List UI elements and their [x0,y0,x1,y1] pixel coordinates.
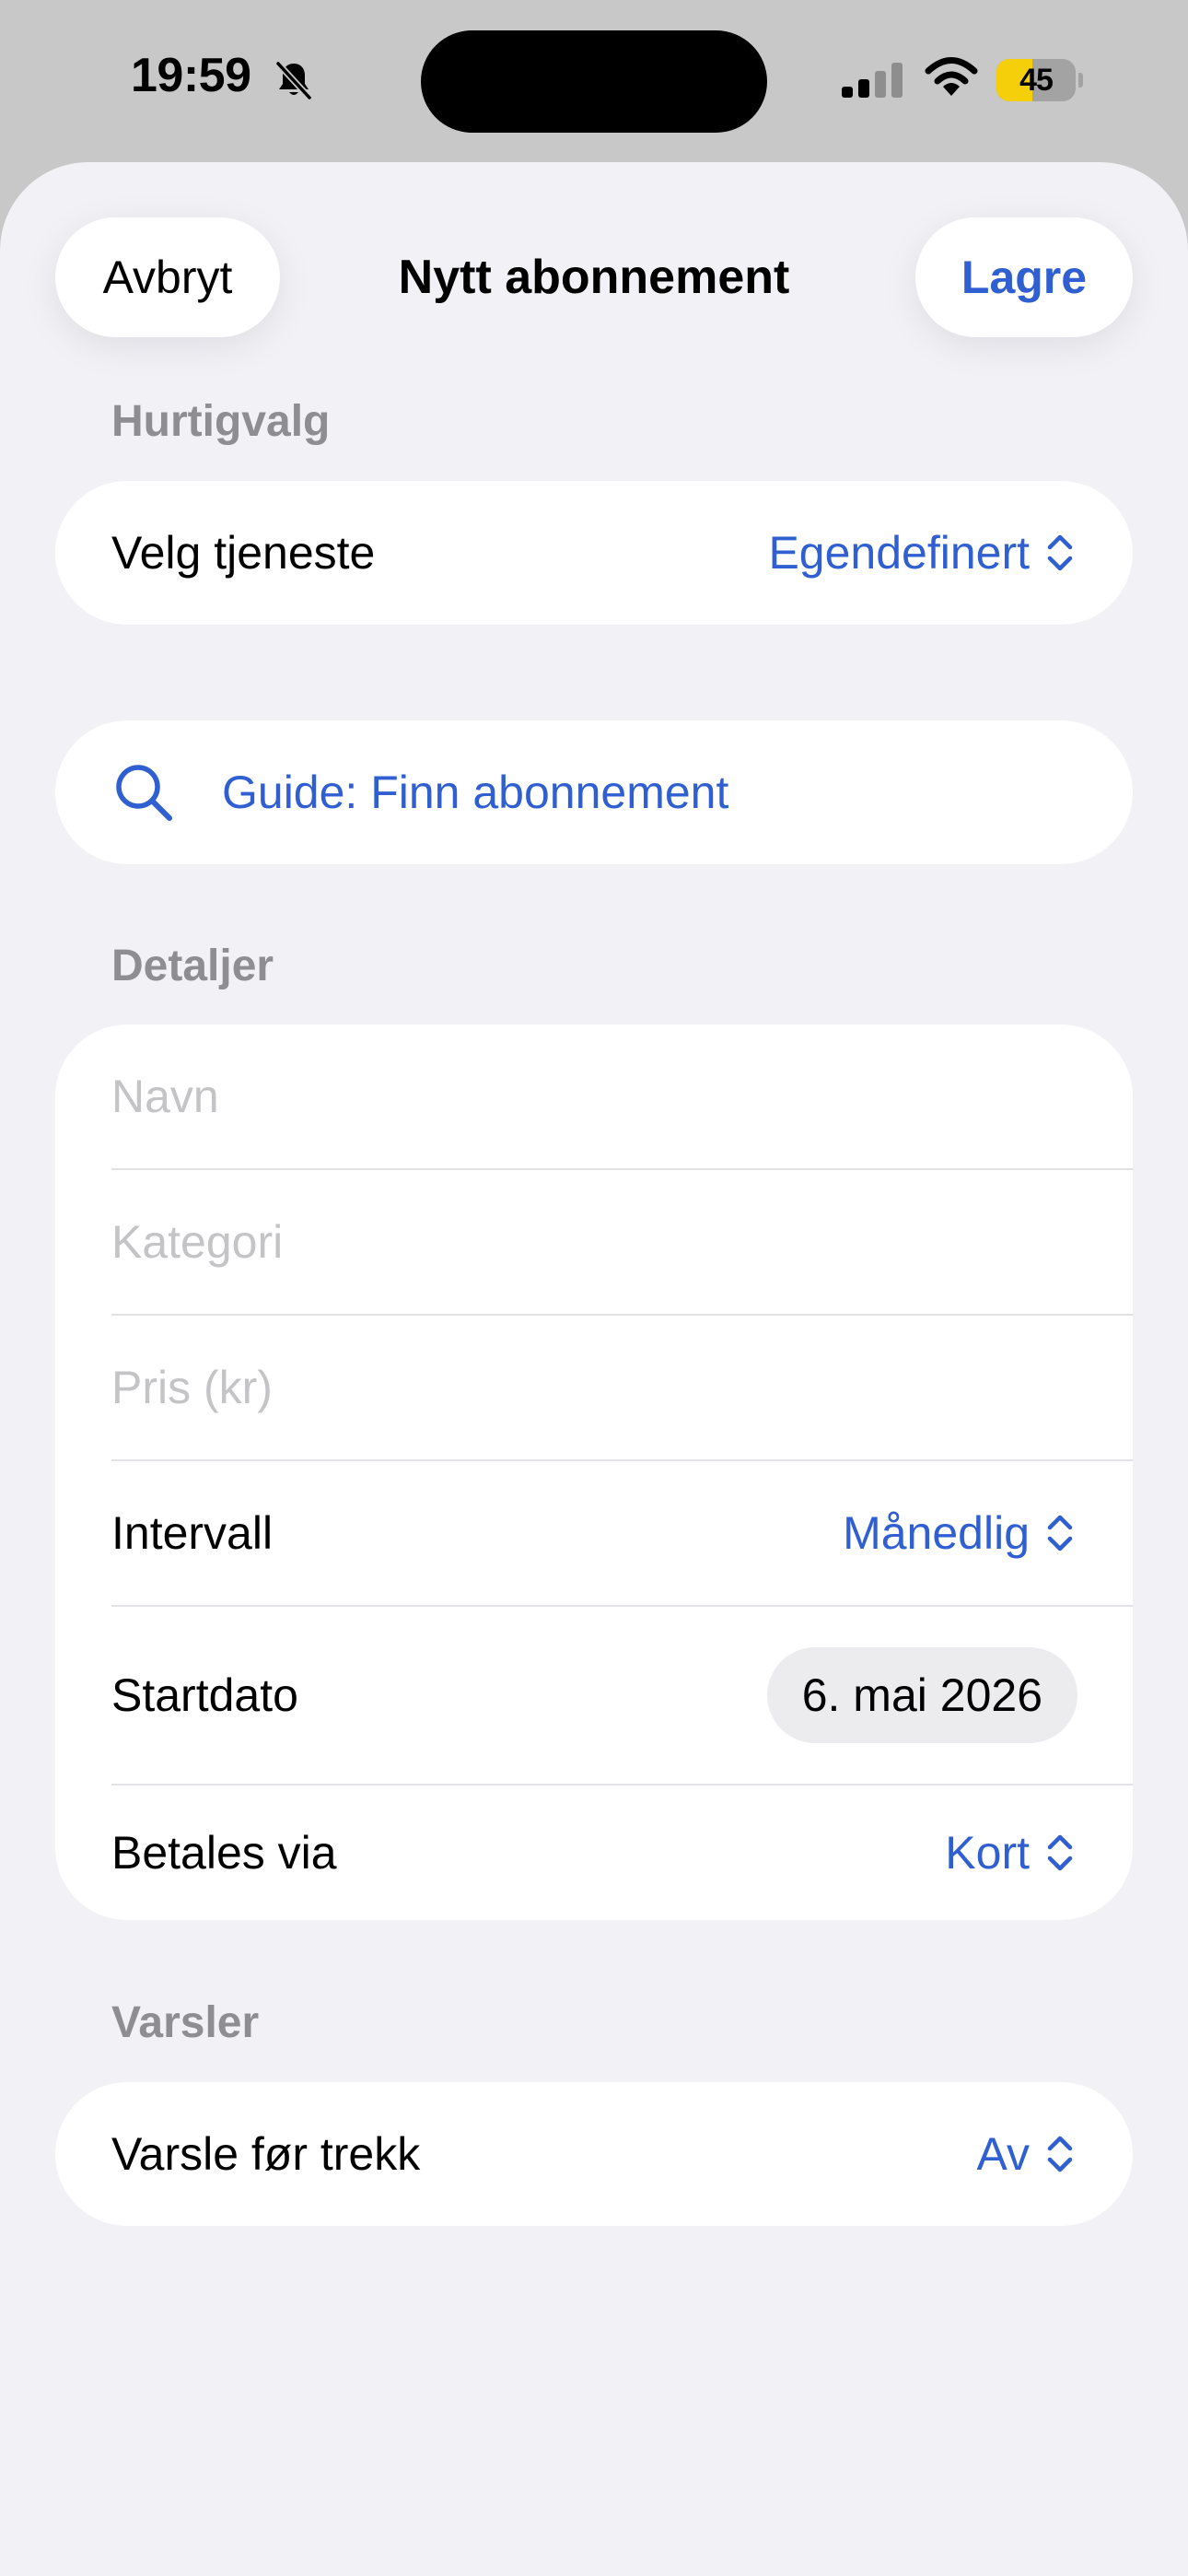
notify-before-charge-picker[interactable]: Av [977,2127,1076,2181]
notify-before-charge-value: Av [976,2128,1030,2180]
battery-percent: 45 [1019,63,1054,98]
name-field[interactable]: Navn [111,1070,1133,1123]
service-label: Velg tjeneste [111,527,376,579]
interval-row[interactable]: Intervall Månedlig [111,1461,1133,1605]
payment-method-picker[interactable]: Kort [945,1826,1076,1879]
interval-value: Månedlig [843,1507,1030,1559]
wifi-icon [925,57,978,96]
service-value: Egendefinert [768,527,1030,579]
notify-before-charge-row[interactable]: Varsle før trekk Av [111,2082,1133,2226]
guide-label: Guide: Finn abonnement [222,767,729,818]
start-date-label: Startdato [111,1669,298,1721]
section-header-details: Detaljer [111,942,274,990]
cancel-button[interactable]: Avbryt [55,217,280,337]
status-time: 19:59 [131,49,251,102]
guide-find-subscription-button[interactable]: Guide: Finn abonnement [55,720,1133,864]
new-subscription-sheet: Avbryt Nytt abonnement Lagre Hurtigvalg … [0,162,1188,2576]
chevron-up-down-icon [1047,1834,1073,1871]
page-title: Nytt abonnement [398,251,790,304]
service-picker-row[interactable]: Velg tjeneste Egendefinert [111,481,1133,625]
save-button[interactable]: Lagre [915,217,1133,337]
quick-choice-card: Velg tjeneste Egendefinert [55,481,1133,625]
search-icon [116,765,172,821]
chevron-up-down-icon [1047,1515,1073,1551]
payment-method-label: Betales via [111,1827,337,1879]
status-bar: 19:59 45 [0,0,1188,166]
dynamic-island [421,30,767,133]
name-field-row: Navn [111,1025,1133,1168]
interval-label: Intervall [111,1507,274,1559]
section-header-notifications: Varsler [111,1998,260,2047]
category-field-row: Kategori [111,1170,1133,1314]
section-header-quick-choice: Hurtigvalg [111,397,331,446]
start-date-row: Startdato 6. mai 2026 [111,1607,1133,1784]
price-field[interactable]: Pris (kr) [111,1361,1133,1414]
bell-slash-icon [275,61,312,100]
payment-method-row[interactable]: Betales via Kort [111,1786,1133,1920]
battery-charging-icon: 45 [996,59,1083,101]
payment-method-value: Kort [945,1827,1030,1879]
price-field-row: Pris (kr) [111,1316,1133,1459]
notify-before-charge-label: Varsle før trekk [111,2128,421,2180]
interval-picker[interactable]: Månedlig [843,1506,1076,1560]
start-date-picker[interactable]: 6. mai 2026 [766,1647,1077,1743]
category-field[interactable]: Kategori [111,1215,1133,1269]
notifications-card: Varsle før trekk Av [55,2082,1133,2226]
details-card: Navn Kategori Pris (kr) Intervall Månedl… [55,1025,1133,1920]
service-picker[interactable]: Egendefinert [768,526,1076,580]
cellular-signal-icon [842,63,903,98]
chevron-up-down-icon [1047,2136,1073,2172]
chevron-up-down-icon [1047,534,1073,571]
